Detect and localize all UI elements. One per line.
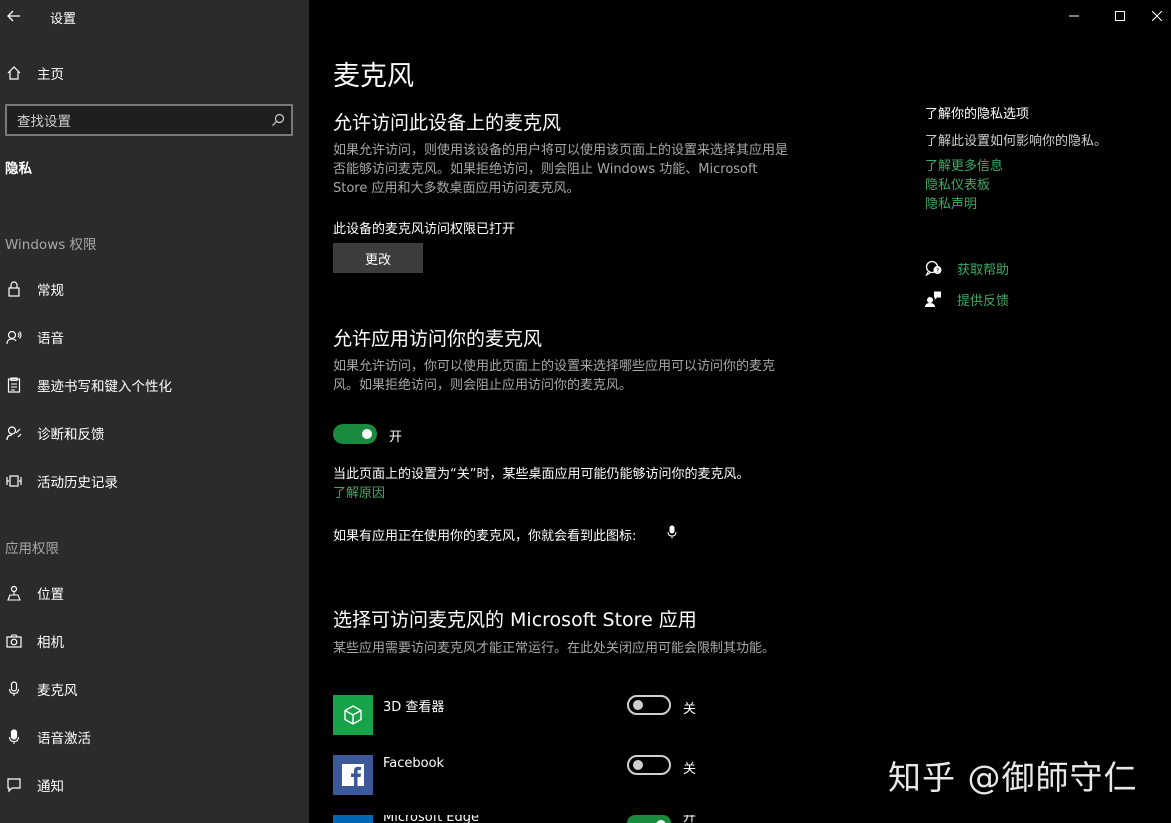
app-tile-facebook (333, 755, 373, 795)
sidebar-item-label: 麦克风 (37, 683, 78, 699)
home-icon (0, 63, 28, 83)
learn-why-link[interactable]: 了解原因 (333, 482, 385, 501)
app-name: Microsoft Edge (383, 815, 480, 823)
app-toggle-label: 关 (683, 702, 697, 717)
sidebar-item-label: 相机 (37, 635, 64, 651)
diagnostics-icon (0, 423, 28, 443)
location-icon (0, 583, 28, 603)
sidebar-item-inking-typing[interactable]: 墨迹书写和键入个性化 (0, 368, 309, 402)
minimize-button[interactable] (1051, 0, 1097, 32)
clipboard-icon (0, 375, 28, 395)
facebook-icon (342, 764, 364, 786)
sidebar-item-label: 语音激活 (37, 731, 91, 747)
help-chat-icon: ? (925, 260, 942, 276)
store-apps-heading: 选择可访问麦克风的 Microsoft Store 应用 (333, 609, 697, 631)
sidebar-item-camera[interactable]: 相机 (0, 624, 309, 658)
sidebar-item-label: 墨迹书写和键入个性化 (37, 379, 172, 395)
camera-icon (0, 631, 28, 651)
sidebar-item-label: 位置 (37, 587, 64, 603)
section-app-permissions: 应用权限 (5, 541, 59, 557)
app-toggle-edge[interactable] (627, 815, 671, 823)
app-tile-3d-viewer (333, 695, 373, 735)
home-nav-item[interactable]: 主页 (0, 58, 309, 88)
sidebar-item-label: 通知 (37, 779, 64, 795)
sidebar-item-label: 活动历史记录 (37, 475, 118, 491)
sidebar-item-location[interactable]: 位置 (0, 576, 309, 610)
app-access-toggle[interactable] (333, 424, 377, 444)
sidebar-item-speech[interactable]: 语音 (0, 320, 309, 354)
search-box[interactable]: 查找设置 (5, 104, 293, 136)
store-apps-description: 某些应用需要访问麦克风才能正常运行。在此处关闭应用可能会限制其功能。 (333, 641, 776, 656)
app-toggle-facebook[interactable] (627, 755, 671, 775)
back-button[interactable] (4, 6, 24, 26)
page-title: 麦克风 (333, 61, 414, 92)
sidebar-item-label: 常规 (37, 283, 64, 299)
voice-activation-icon (0, 727, 28, 747)
home-label: 主页 (37, 67, 64, 83)
back-arrow-icon (7, 10, 20, 22)
device-access-description: 如果允许访问，则使用该设备的用户将可以使用该页面上的设置来选择其应用是否能够访问… (333, 143, 789, 196)
get-help-label: 获取帮助 (957, 262, 1010, 278)
sidebar-item-general[interactable]: 常规 (0, 272, 309, 306)
give-feedback-link[interactable]: 提供反馈 (925, 288, 1009, 310)
get-help-link[interactable]: ? 获取帮助 (925, 257, 1009, 279)
activity-history-icon (0, 471, 28, 491)
search-icon[interactable] (265, 113, 291, 127)
app-name: 3D 查看器 (383, 700, 445, 715)
feedback-icon (925, 291, 941, 307)
lock-icon (0, 279, 28, 299)
give-feedback-label: 提供反馈 (957, 293, 1010, 309)
app-access-description: 如果允许访问，你可以使用此页面上的设置来选择哪些应用可以访问你的麦克风。如果拒绝… (333, 359, 776, 393)
app-access-toggle-label: 开 (389, 430, 403, 445)
sidebar-item-notifications[interactable]: 通知 (0, 768, 309, 802)
window-title: 设置 (50, 12, 77, 27)
app-toggle-label: 关 (683, 762, 697, 777)
maximize-icon (1115, 11, 1125, 21)
sidebar: 设置 主页 查找设置 隐私 Windows 权限 常规 语音 墨迹书写和键入个性… (0, 0, 309, 823)
sidebar-item-voice-activation[interactable]: 语音激活 (0, 720, 309, 754)
group-title-privacy: 隐私 (5, 161, 32, 177)
svg-text:?: ? (936, 268, 939, 275)
sidebar-item-diagnostics[interactable]: 诊断和反馈 (0, 416, 309, 450)
privacy-statement-link[interactable]: 隐私声明 (925, 193, 977, 212)
microphone-icon (0, 679, 28, 699)
learn-more-link[interactable]: 了解更多信息 (925, 155, 1003, 174)
device-access-heading: 允许访问此设备上的麦克风 (333, 112, 562, 134)
privacy-options-title: 了解你的隐私选项 (925, 107, 1030, 122)
change-button[interactable]: 更改 (333, 243, 423, 273)
sidebar-item-activity-history[interactable]: 活动历史记录 (0, 464, 309, 498)
device-access-status: 此设备的麦克风访问权限已打开 (333, 222, 516, 237)
mic-indicator-text: 如果有应用正在使用你的麦克风，你就会看到此图标: (333, 529, 637, 544)
minimize-icon (1069, 15, 1079, 17)
sidebar-item-label: 语音 (37, 331, 64, 347)
app-access-heading: 允许应用访问你的麦克风 (333, 328, 543, 350)
desktop-apps-note: 当此页面上的设置为“关”时，某些桌面应用可能仍能够访问你的麦克风。 (333, 467, 750, 482)
notification-icon (0, 775, 28, 795)
app-name: Facebook (383, 756, 445, 771)
search-input[interactable]: 查找设置 (17, 110, 265, 130)
sidebar-item-microphone[interactable]: 麦克风 (0, 672, 309, 706)
speech-icon (0, 327, 28, 347)
app-toggle-label: 开 (683, 815, 697, 823)
sidebar-item-label: 诊断和反馈 (37, 427, 105, 443)
privacy-dashboard-link[interactable]: 隐私仪表板 (925, 174, 990, 193)
watermark: 知乎 @御師守仁 (888, 758, 1138, 797)
close-button[interactable] (1143, 0, 1171, 32)
section-windows-permissions: Windows 权限 (5, 237, 97, 253)
app-tile-edge (333, 815, 373, 823)
privacy-options-text: 了解此设置如何影响你的隐私。 (925, 134, 1108, 149)
microphone-indicator-icon (667, 525, 677, 539)
close-icon (1152, 11, 1162, 21)
app-toggle-3d-viewer[interactable] (627, 695, 671, 715)
maximize-button[interactable] (1097, 0, 1143, 32)
3d-cube-icon (344, 705, 362, 725)
